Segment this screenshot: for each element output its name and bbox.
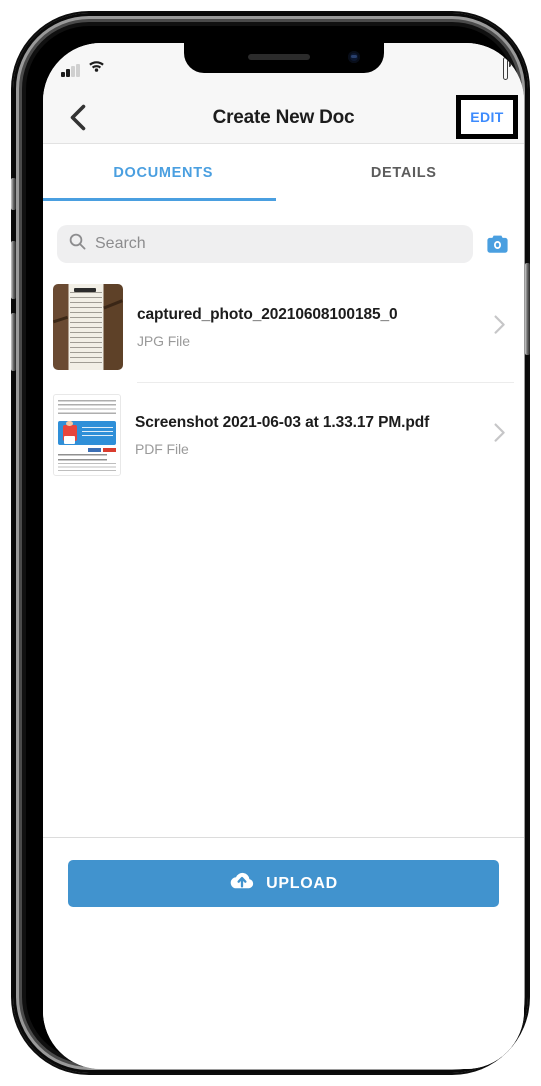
camera-icon xyxy=(485,235,510,261)
search-input[interactable] xyxy=(95,235,461,253)
tab-documents-label: DOCUMENTS xyxy=(113,164,214,181)
power-button[interactable] xyxy=(525,263,530,355)
cellular-signal-icon xyxy=(61,64,80,77)
search-icon xyxy=(69,233,86,255)
cloud-upload-icon xyxy=(229,871,255,896)
search-field[interactable] xyxy=(57,225,473,263)
file-type: JPG File xyxy=(137,332,190,349)
tab-documents[interactable]: DOCUMENTS xyxy=(43,144,284,201)
phone-frame: Create New Doc EDIT DOCUMENTS DETAILS Se… xyxy=(11,13,530,1073)
navigation-bar: Create New Doc EDIT xyxy=(43,91,524,144)
status-bar-left xyxy=(61,59,105,77)
file-list: captured_photo_20210608100185_0 JPG File xyxy=(43,272,524,837)
status-bar-right xyxy=(502,57,508,80)
upload-button[interactable]: UPLOAD xyxy=(68,860,499,907)
mute-switch[interactable] xyxy=(11,178,16,210)
camera-button[interactable] xyxy=(485,232,510,257)
chevron-right-icon xyxy=(494,315,510,339)
upload-button-label: UPLOAD xyxy=(266,874,338,892)
tab-details-label: DETAILS xyxy=(370,164,437,181)
file-list-item[interactable]: captured_photo_20210608100185_0 JPG File xyxy=(43,272,524,382)
front-camera xyxy=(347,51,360,63)
search-row xyxy=(43,221,524,267)
phone-notch xyxy=(183,43,384,73)
file-type: PDF File xyxy=(135,440,189,457)
active-tab-indicator xyxy=(43,198,276,201)
file-info: Screenshot 2021-06-03 at 1.33.17 PM.pdf … xyxy=(135,413,480,456)
photo-of-document-on-wood-thumbnail xyxy=(53,284,123,370)
file-info: captured_photo_20210608100185_0 JPG File xyxy=(137,305,480,348)
battery-icon xyxy=(502,57,508,80)
edit-button[interactable]: EDIT xyxy=(456,95,518,139)
file-list-item[interactable]: Screenshot 2021-06-03 at 1.33.17 PM.pdf … xyxy=(43,382,524,488)
bottom-action-bar: UPLOAD xyxy=(43,837,524,1069)
phone-screen: Create New Doc EDIT DOCUMENTS DETAILS Se… xyxy=(43,43,524,1069)
edit-button-label: EDIT xyxy=(470,109,504,125)
pdf-page-preview-thumbnail xyxy=(53,394,121,476)
volume-down-button[interactable] xyxy=(11,313,16,371)
volume-up-button[interactable] xyxy=(11,241,16,299)
chevron-right-icon xyxy=(494,423,510,447)
file-name: Screenshot 2021-06-03 at 1.33.17 PM.pdf xyxy=(135,414,430,432)
page-title: Create New Doc xyxy=(212,106,355,128)
file-name: captured_photo_20210608100185_0 xyxy=(137,306,398,324)
earpiece-speaker xyxy=(247,54,310,60)
wifi-icon xyxy=(88,59,105,77)
tab-bar: DOCUMENTS DETAILS xyxy=(43,144,524,201)
tab-details[interactable]: DETAILS xyxy=(284,144,525,201)
